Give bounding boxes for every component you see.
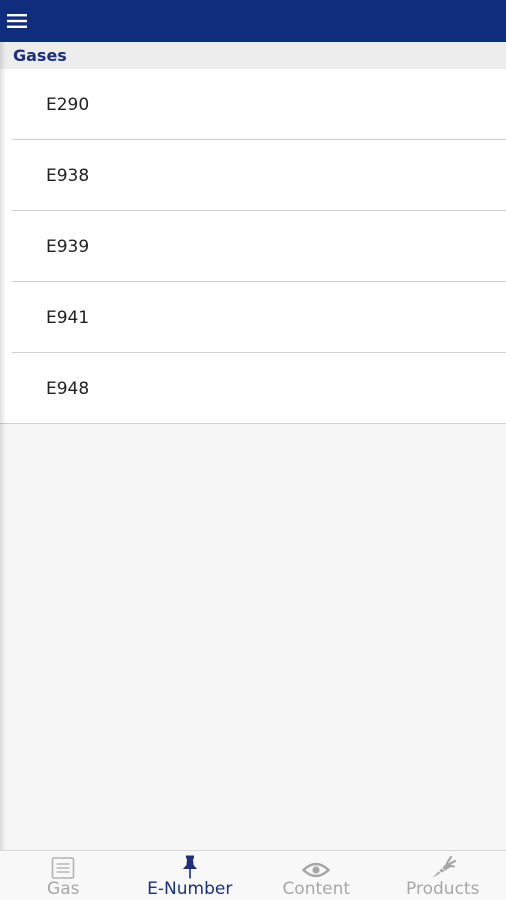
section-header: Gases (0, 42, 506, 69)
tab-content[interactable]: Content (253, 851, 380, 900)
tab-e-number[interactable]: E-Number (127, 851, 254, 900)
tab-gas[interactable]: Gas (0, 851, 127, 900)
section-title: Gases (13, 46, 67, 65)
list-item[interactable]: E939 (0, 211, 506, 282)
tab-gas-label: Gas (47, 879, 80, 899)
gas-list: E290 E938 E939 E941 E948 (0, 69, 506, 424)
carrot-icon (431, 855, 456, 878)
list-item-label: E290 (46, 94, 90, 115)
tab-products[interactable]: Products (380, 851, 506, 900)
list-item-label: E939 (46, 236, 90, 257)
list-item[interactable]: E941 (0, 282, 506, 353)
list-item[interactable]: E290 (0, 69, 506, 140)
list-item-label: E941 (46, 307, 90, 328)
tab-products-label: Products (406, 879, 480, 899)
bottom-tab-bar: Gas E-Number Content Products (0, 850, 506, 900)
list-item[interactable]: E938 (0, 140, 506, 211)
list-item[interactable]: E948 (0, 353, 506, 424)
eye-icon (302, 862, 331, 878)
list-item-label: E948 (46, 378, 90, 399)
list-item-label: E938 (46, 165, 90, 186)
menu-button[interactable] (0, 0, 34, 42)
list-icon (51, 857, 75, 879)
tab-e-number-label: E-Number (147, 879, 233, 899)
pin-icon (182, 855, 197, 879)
top-app-bar (0, 0, 506, 42)
tab-content-label: Content (282, 879, 351, 899)
hamburger-icon (7, 14, 27, 28)
